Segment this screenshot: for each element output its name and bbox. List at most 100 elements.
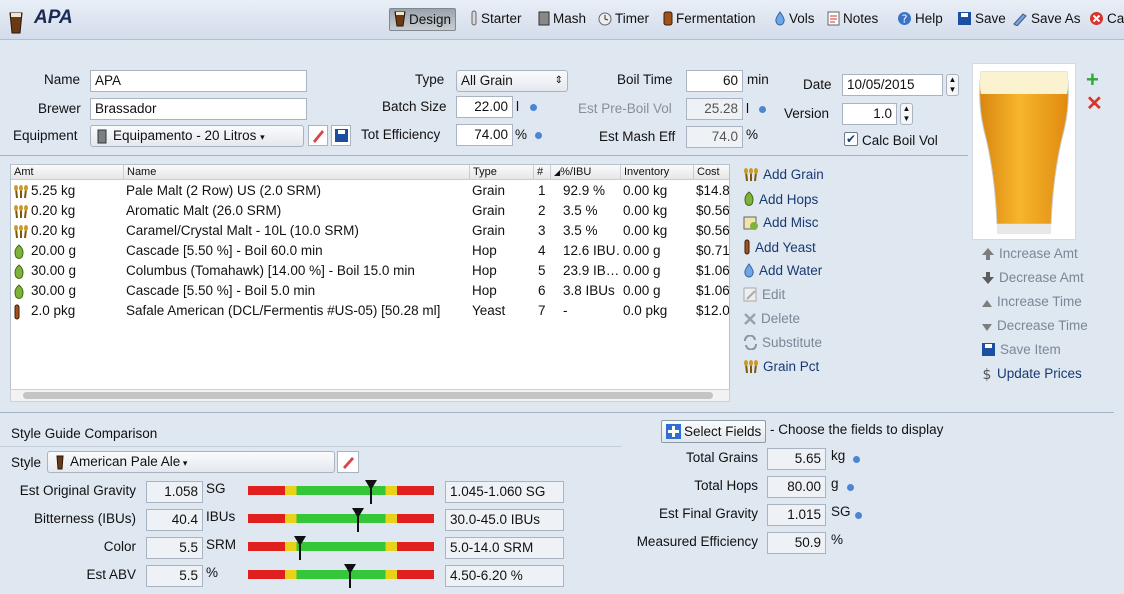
- cell-inv: 0.00 kg: [623, 223, 668, 238]
- style-row-value: 1.058: [146, 481, 203, 503]
- column-header-type[interactable]: Type: [470, 165, 534, 180]
- decrease-time-button[interactable]: Decrease Time: [981, 318, 1088, 336]
- increase-amt-button[interactable]: Increase Amt: [981, 246, 1078, 264]
- calc-boil-vol-checkbox[interactable]: ✔: [844, 132, 858, 146]
- increase-time-button[interactable]: Increase Time: [981, 294, 1082, 312]
- hop-icon: [743, 191, 755, 210]
- add-water-button[interactable]: Add Water: [743, 263, 822, 281]
- style-range-bar: [248, 564, 434, 588]
- add-grain-button[interactable]: Add Grain: [743, 167, 824, 185]
- add-hops-button[interactable]: Add Hops: [743, 191, 818, 210]
- add-icon[interactable]: +: [1086, 69, 1099, 91]
- edit-style-button[interactable]: [337, 451, 359, 473]
- toolbar-save-button[interactable]: Save: [953, 8, 1010, 31]
- save-item-button[interactable]: Save Item: [981, 342, 1061, 360]
- brewer-input[interactable]: Brassador: [90, 98, 307, 120]
- date-label: Date: [803, 77, 832, 92]
- style-range-text: 4.50-6.20 %: [445, 565, 564, 587]
- summary-field-info-dot[interactable]: [855, 512, 862, 519]
- toolbar-timer-label: Timer: [615, 11, 649, 26]
- action-label: Add Grain: [763, 167, 824, 182]
- toolbar-help-button[interactable]: ? Help: [893, 8, 947, 31]
- table-row[interactable]: 30.00 g Cascade [5.50 %] - Boil 5.0 min Ho…: [11, 281, 730, 301]
- style-label: Style: [11, 455, 42, 470]
- cell-name: Aromatic Malt (26.0 SRM): [126, 203, 282, 218]
- update-prices-button[interactable]: $ Update Prices: [981, 366, 1082, 384]
- cell-cost: $12.0: [696, 303, 730, 318]
- beer-color-preview: [972, 63, 1076, 240]
- column-header-pct-ibu[interactable]: ◢%/IBU: [551, 165, 621, 180]
- action-label: Save Item: [1000, 342, 1061, 357]
- batch-size-input[interactable]: 22.00: [456, 96, 513, 118]
- toolbar-design-button[interactable]: Design: [389, 8, 457, 33]
- table-row[interactable]: 2.0 pkg Safale American (DCL/Fermentis #U…: [11, 301, 730, 321]
- toolbar-starter-button[interactable]: Starter: [466, 8, 526, 31]
- ingredients-table[interactable]: Amt Name Type # ◢%/IBU Inventory Cost 5.…: [10, 164, 730, 390]
- grain-icon: [743, 167, 759, 185]
- substitute-button[interactable]: Substitute: [743, 334, 822, 353]
- summary-field-label: Total Grains: [685, 450, 758, 465]
- efficiency-info-dot[interactable]: [535, 132, 542, 139]
- date-stepper[interactable]: ▲ ▼: [946, 74, 959, 96]
- grain-icon: [743, 359, 759, 377]
- cell-amt: 30.00 g: [31, 283, 77, 298]
- action-label: Edit: [762, 287, 786, 302]
- version-stepper[interactable]: ▲ ▼: [900, 103, 913, 125]
- column-header-cost[interactable]: Cost: [694, 165, 729, 180]
- table-row[interactable]: 5.25 kg Pale Malt (2 Row) US (2.0 SRM) Gra…: [11, 181, 729, 201]
- pre-boil-vol-info-dot[interactable]: [759, 106, 766, 113]
- top-toolbar: APA Design Starter Mash Timer Fermentation Vo…: [0, 0, 1124, 40]
- date-input[interactable]: 10/05/2015: [842, 74, 943, 96]
- type-select[interactable]: All Grain ⇕: [456, 70, 568, 92]
- select-fields-button[interactable]: Select Fields: [661, 420, 766, 443]
- equipment-select[interactable]: Equipamento - 20 Litros ▾: [90, 125, 304, 147]
- toolbar-design-label: Design: [409, 12, 452, 27]
- toolbar-fermentation-button[interactable]: Fermentation: [659, 8, 760, 31]
- toolbar-vols-button[interactable]: Vols: [770, 8, 819, 31]
- cell-cost: $0.71: [696, 243, 730, 258]
- column-header-name[interactable]: Name: [124, 165, 470, 180]
- table-horizontal-scrollbar[interactable]: [10, 389, 730, 402]
- save-equipment-button[interactable]: [331, 125, 351, 146]
- summary-field-info-dot[interactable]: [847, 484, 854, 491]
- delete-button[interactable]: Delete: [743, 311, 800, 329]
- efficiency-input[interactable]: 74.00: [456, 124, 513, 146]
- column-header-inventory[interactable]: Inventory: [621, 165, 694, 180]
- toolbar-timer-button[interactable]: Timer: [594, 8, 653, 31]
- name-input[interactable]: APA: [90, 70, 307, 92]
- toolbar-notes-button[interactable]: Notes: [823, 8, 882, 31]
- table-row[interactable]: 30.00 g Columbus (Tomahawk) [14.00 %] - B…: [11, 261, 729, 281]
- column-header-amt[interactable]: Amt: [11, 165, 124, 180]
- style-row-unit: %: [206, 565, 219, 580]
- grain-pct-button[interactable]: Grain Pct: [743, 359, 819, 377]
- summary-field-label: Est Final Gravity: [658, 506, 758, 521]
- table-row[interactable]: 0.20 kg Aromatic Malt (26.0 SRM) Grain 2 3.5…: [11, 201, 730, 221]
- boil-time-input[interactable]: 60: [686, 70, 743, 92]
- style-select[interactable]: American Pale Ale ▾: [47, 451, 335, 473]
- add-misc-button[interactable]: Add Misc: [743, 215, 819, 233]
- batch-size-info-dot[interactable]: [530, 104, 537, 111]
- cell-inv: 0.00 kg: [623, 203, 668, 218]
- summary-field-info-dot[interactable]: [853, 456, 860, 463]
- toolbar-saveas-button[interactable]: Save As: [1008, 8, 1085, 31]
- add-yeast-button[interactable]: Add Yeast: [743, 239, 816, 258]
- toolbar-cancel-button[interactable]: Car: [1085, 8, 1124, 31]
- beer-glass-icon: [394, 11, 406, 33]
- column-header-number[interactable]: #: [534, 165, 551, 180]
- triangle-down-icon: [981, 321, 993, 336]
- edit-equipment-button[interactable]: [308, 125, 328, 146]
- style-range-bar: [248, 508, 434, 532]
- decrease-amt-button[interactable]: Decrease Amt: [981, 270, 1084, 288]
- table-row[interactable]: 20.00 g Cascade [5.50 %] - Boil 60.0 min H…: [11, 241, 730, 261]
- cell-cost: $0.56: [696, 203, 730, 218]
- beer-glass-icon: [56, 455, 64, 470]
- toolbar-mash-button[interactable]: Mash: [534, 8, 590, 31]
- table-row[interactable]: 0.20 kg Caramel/Crystal Malt - 10L (10.0 …: [11, 221, 729, 241]
- remove-icon[interactable]: ✕: [1086, 94, 1103, 114]
- form-separator: [0, 155, 968, 156]
- edit-button[interactable]: Edit: [743, 287, 785, 305]
- cell-cost: $1.06: [696, 283, 730, 298]
- scrollbar-thumb[interactable]: [23, 392, 713, 399]
- style-row-label: Bitterness (IBUs): [33, 511, 136, 526]
- version-input[interactable]: 1.0: [842, 103, 897, 125]
